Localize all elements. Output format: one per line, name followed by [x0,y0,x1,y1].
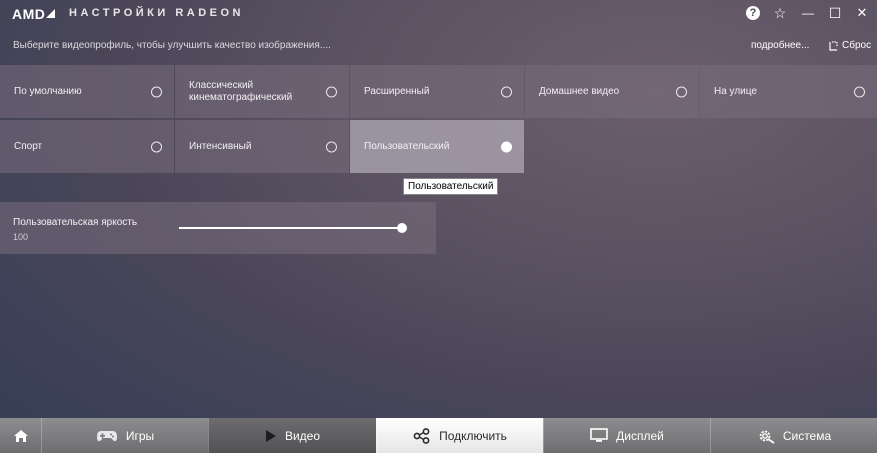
home-icon [13,429,28,442]
profile-tile-default[interactable]: По умолчанию [0,65,174,118]
system-gear-icon [759,430,775,444]
help-button[interactable]: ? [743,4,763,22]
profile-label: Классический кинематографический [189,79,293,103]
profile-tile-custom[interactable]: Пользовательский [350,120,524,173]
pin-button[interactable]: ☆ [770,4,790,22]
profile-label: На улице [714,85,757,97]
reset-label: Сброс [842,40,872,51]
radio-indicator [676,86,687,97]
bottom-nav: Игры Видео Подключить Дисплей Система [0,418,877,453]
nav-games-label: Игры [125,428,155,443]
profile-tile-outdoor[interactable]: На улице [700,65,877,118]
profile-label: Домашнее видео [539,85,620,97]
close-icon: ✕ [856,5,868,20]
profile-label: Спорт [14,140,43,152]
profile-tile-extended[interactable]: Расширенный [350,65,524,118]
star-icon: ☆ [773,4,787,21]
minimize-button[interactable]: — [798,4,818,22]
play-icon [265,429,276,442]
help-icon: ? [746,6,760,20]
radio-indicator [151,86,162,97]
maximize-button[interactable]: ☐ [825,4,845,22]
gamepad-icon [96,430,117,441]
nav-display-button[interactable]: Дисплей [543,418,710,453]
page-subtitle: Выберите видеопрофиль, чтобы улучшить ка… [13,40,331,51]
profile-label: Расширенный [364,85,430,97]
nav-system-label: Система [782,428,832,443]
brightness-value: 100 [13,232,29,242]
title-bar: AMD НАСТРОЙКИ RADEON ? ☆ — ☐ ✕ [0,0,877,26]
radio-indicator [326,86,337,97]
more-link[interactable]: подробнее... [751,40,809,51]
connect-icon [413,427,430,444]
maximize-icon: ☐ [828,4,842,21]
nav-system-button[interactable]: Система [710,418,877,453]
profile-label: Интенсивный [189,140,252,152]
radio-indicator-selected [501,141,512,152]
nav-connect-label: Подключить [439,428,507,443]
profile-tile-sport[interactable]: Спорт [0,120,174,173]
nav-games-button[interactable]: Игры [41,418,208,453]
reset-button[interactable]: Сброс [828,40,871,51]
brightness-label: Пользовательская яркость [13,217,138,228]
nav-video-button[interactable]: Видео [208,418,376,453]
nav-home-button[interactable] [0,418,41,453]
profile-tile-classic-cinema[interactable]: Классический кинематографический [175,65,349,118]
nav-connect-button[interactable]: Подключить [376,418,543,453]
profile-tile-home-video[interactable]: Домашнее видео [525,65,699,118]
close-button[interactable]: ✕ [852,4,872,22]
radio-indicator [854,86,865,97]
radio-indicator [151,141,162,152]
nav-video-label: Видео [284,428,321,443]
brightness-slider-thumb[interactable] [397,223,407,233]
reset-icon [829,40,838,51]
monitor-icon [590,428,608,442]
tooltip: Пользовательский [403,178,499,195]
radio-indicator [326,141,337,152]
app-title: НАСТРОЙКИ RADEON [69,7,245,19]
brightness-panel: Пользовательская яркость 100 [0,202,436,254]
brightness-slider-track[interactable] [179,227,401,229]
profile-label: Пользовательский [364,140,450,152]
radio-indicator [501,86,512,97]
profile-tile-intense[interactable]: Интенсивный [175,120,349,173]
amd-logo: AMD [12,6,56,22]
minimize-icon: — [802,6,814,20]
nav-display-label: Дисплей [616,428,664,443]
profile-label: По умолчанию [14,85,82,97]
